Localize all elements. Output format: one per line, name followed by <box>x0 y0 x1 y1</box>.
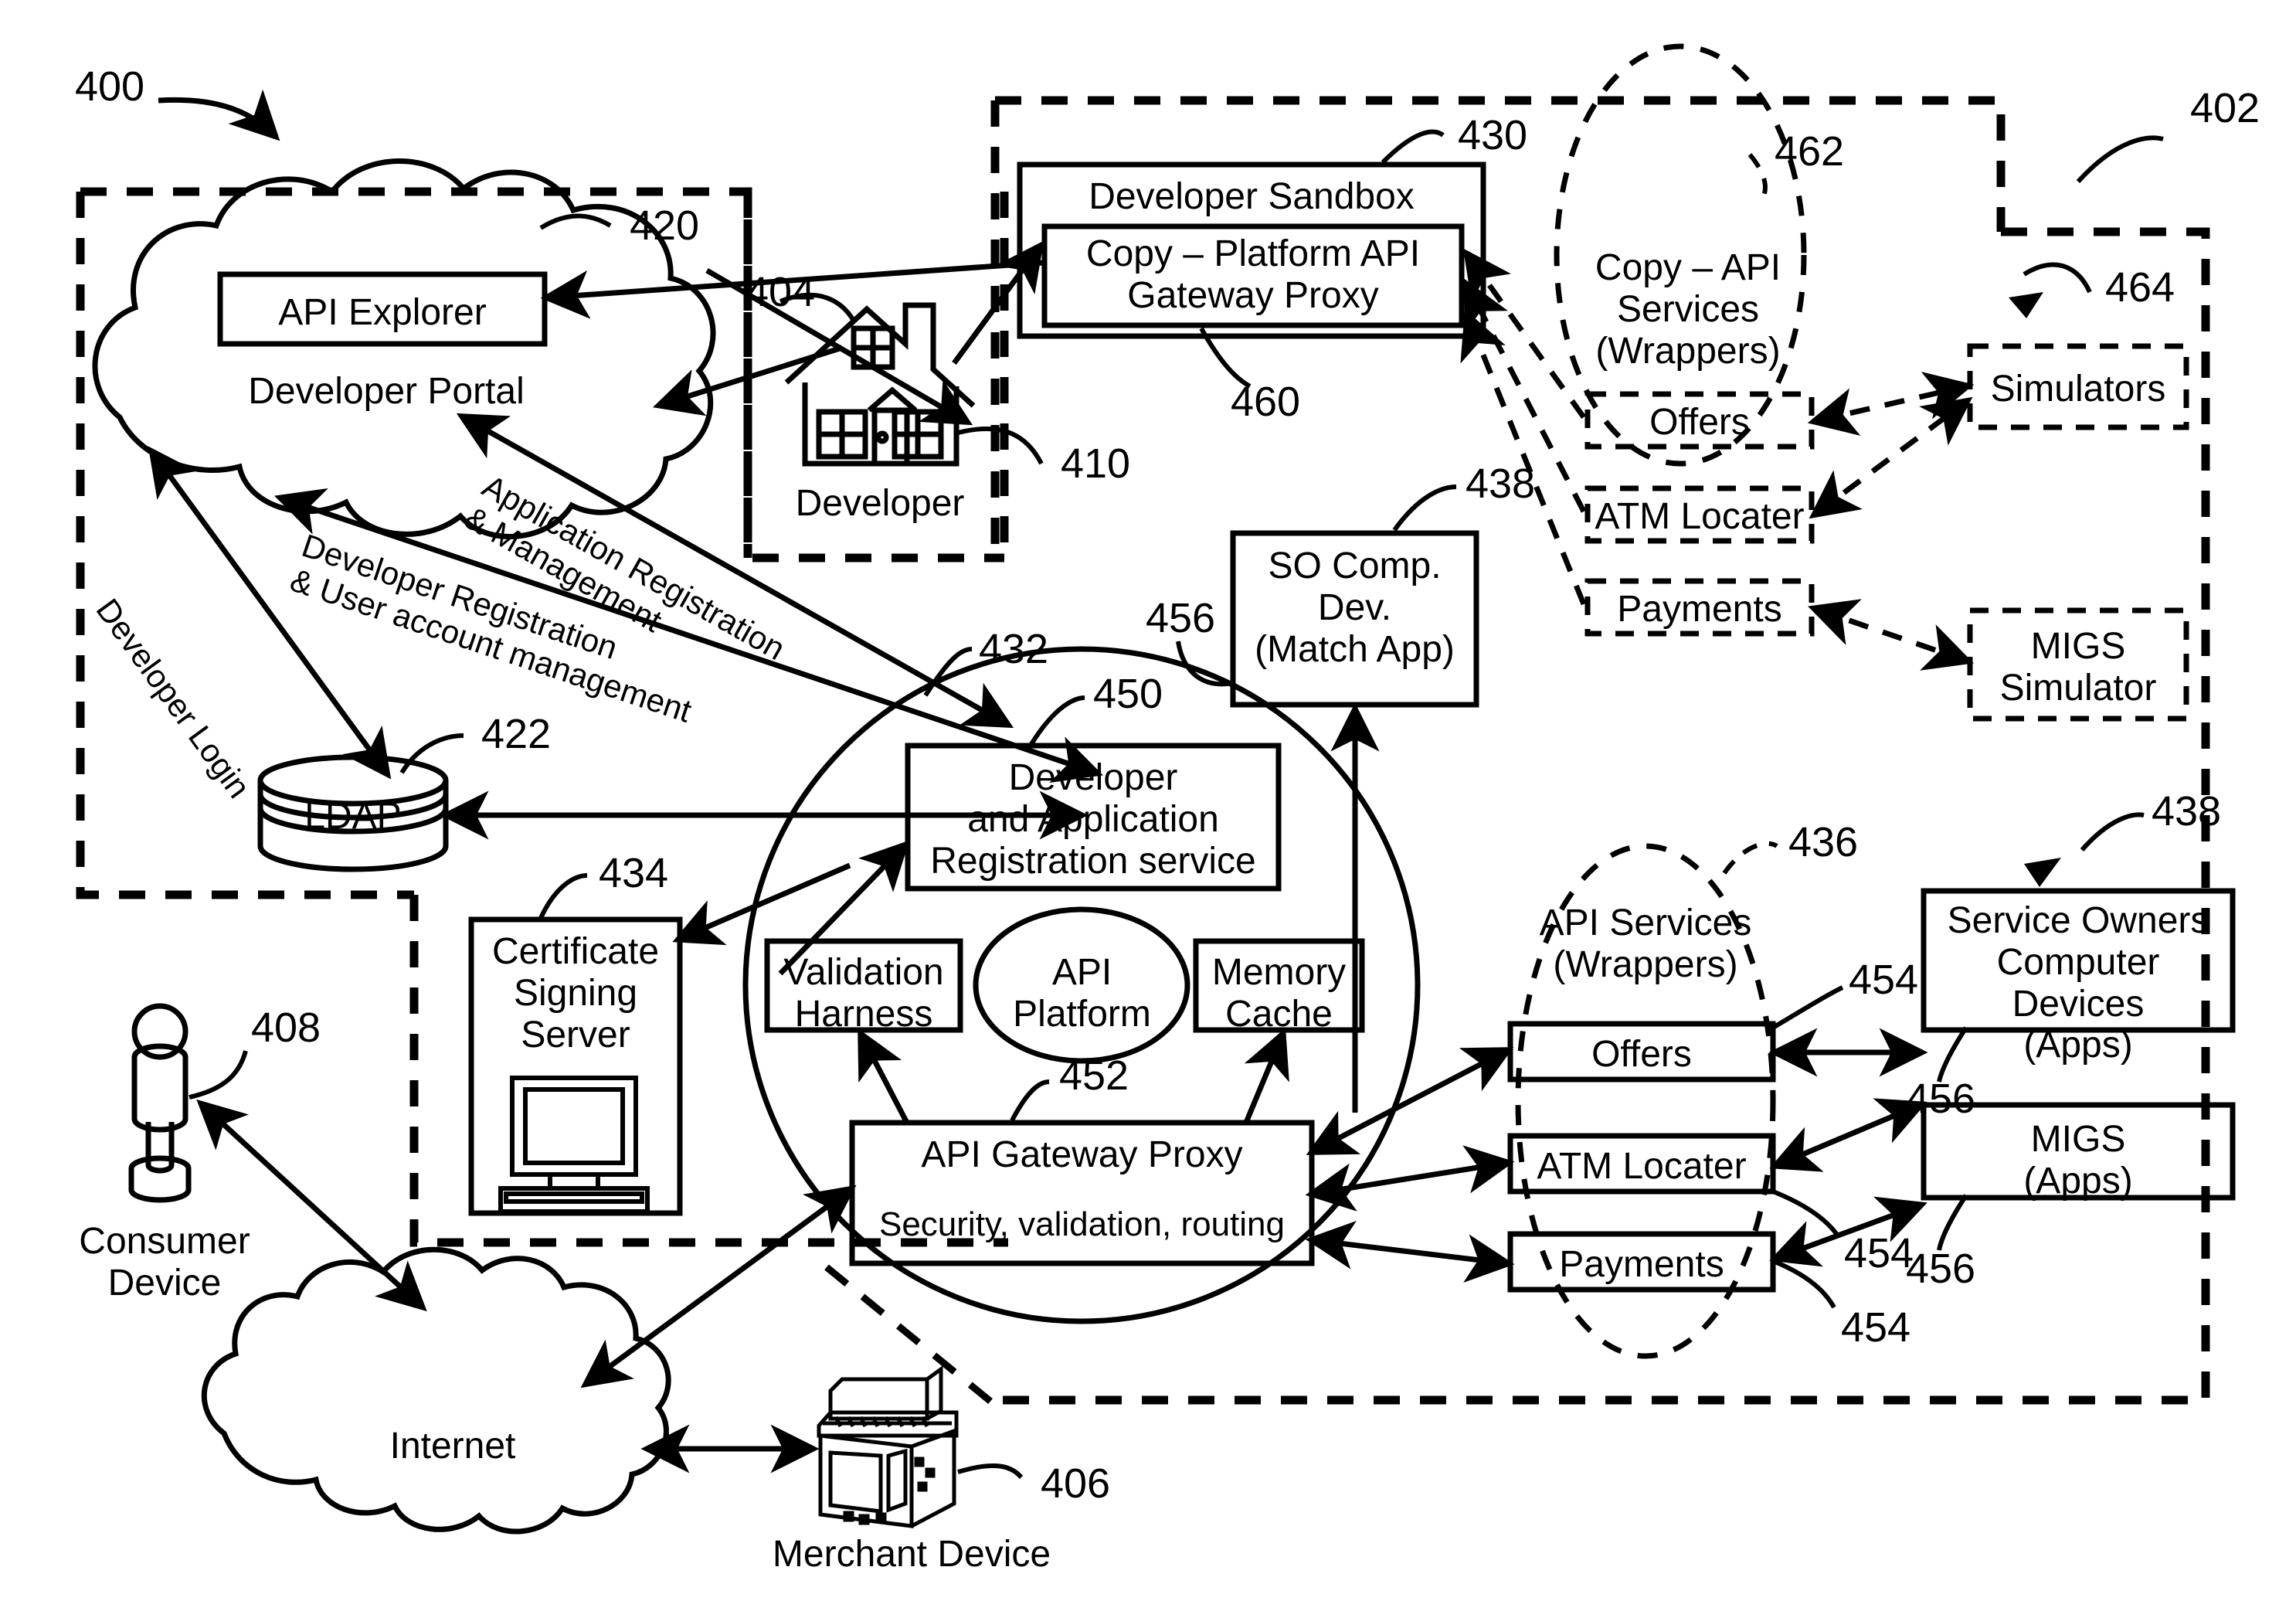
arrow-into-registration-service <box>778 840 910 976</box>
leader-464 <box>2023 262 2092 294</box>
arrow-gateway-to-memcache <box>1242 1028 1289 1126</box>
leader-456-migs <box>1937 1194 1968 1251</box>
arrow-atm-to-so-devices <box>1769 1098 1927 1172</box>
merchant-device-icon <box>817 1365 959 1528</box>
diagram-vector-layer <box>76 43 2236 1535</box>
leader-454-offers <box>1771 985 1844 1030</box>
arrow-payments-to-migs-apps <box>1769 1196 1927 1267</box>
leader-406 <box>957 1463 1024 1480</box>
leader-420 <box>539 213 612 230</box>
consumer-device-person-icon <box>128 1003 192 1203</box>
arrow-copy-atm-to-simulators <box>1809 396 1973 519</box>
api-platform-circle <box>742 646 1421 1324</box>
api-explorer-box <box>217 271 548 347</box>
leader-410 <box>957 427 1044 465</box>
copy-offers-box <box>1584 391 1815 450</box>
arrow-copy-payments-to-sandbox <box>1460 309 1587 606</box>
developer-sandbox-box <box>1017 161 1486 339</box>
leader-456-socomp <box>1176 641 1234 687</box>
migs-apps-box <box>1921 1102 2236 1201</box>
leader-402 <box>2076 135 2164 184</box>
leader-438-so <box>2080 812 2145 851</box>
computer-icon <box>498 1076 650 1214</box>
sandbox-gateway-proxy-box <box>1041 223 1465 328</box>
arrow-gateway-to-atm <box>1305 1145 1515 1212</box>
api-platform-ellipse <box>973 906 1190 1064</box>
leader-430 <box>1381 129 1445 165</box>
api-services-ellipse <box>1515 843 1776 1359</box>
arrow-gateway-to-payments <box>1305 1220 1515 1283</box>
simulators-box <box>1967 343 2189 430</box>
leader-464-arrowhead <box>2009 292 2043 318</box>
leader-454-payments <box>1771 1259 1836 1309</box>
ldap-cylinder <box>257 754 449 872</box>
developer-house-icon <box>784 302 976 467</box>
domain-boundary-404-right <box>743 192 1004 563</box>
leader-462 <box>1747 153 1768 204</box>
leader-408 <box>189 1050 248 1100</box>
service-owners-devices-box <box>1921 888 2236 1033</box>
memory-cache-box <box>1193 938 1365 1033</box>
leader-456-so <box>1937 1026 1968 1083</box>
leader-454-atm <box>1771 1189 1839 1236</box>
copy-atm-locater-box <box>1584 485 1815 544</box>
atm-locater-box <box>1507 1133 1776 1195</box>
internet-cloud-shape <box>201 1246 671 1535</box>
arrow-gateway-to-validation <box>858 1028 911 1126</box>
leader-400 <box>158 89 280 141</box>
arrow-internet-to-gateway <box>580 1185 857 1389</box>
arrow-sandbox-to-api-explorer <box>540 260 1044 319</box>
arrow-copy-payments-to-migs-simulator <box>1808 599 1974 671</box>
offers-box <box>1507 1021 1776 1083</box>
leader-438-socomp <box>1392 484 1457 532</box>
certificate-signing-server-box <box>468 916 683 1216</box>
so-comp-dev-box <box>1230 530 1479 708</box>
developer-portal-cloud-shape <box>92 158 716 539</box>
patent-figure-canvas: 400 402 404 406 408 410 420 422 430 432 … <box>0 0 2296 1601</box>
arrow-copy-atm-to-sandbox <box>1464 278 1587 513</box>
leader-434 <box>538 873 588 919</box>
leader-452 <box>1010 1079 1050 1122</box>
leader-436 <box>1722 841 1778 875</box>
copy-payments-box <box>1584 578 1815 637</box>
domain-boundary-400-top <box>80 187 752 558</box>
copy-api-services-ellipse <box>1554 43 1807 467</box>
domain-boundary-402-right <box>997 227 2210 1405</box>
leader-450 <box>1029 695 1085 746</box>
migs-simulator-box <box>1967 607 2189 722</box>
arrow-developer-registration <box>274 488 1103 784</box>
dashed-platform-to-merchant <box>824 1264 999 1409</box>
leader-438-so-arrowhead <box>2024 858 2061 887</box>
domain-boundary-400-left <box>76 192 414 899</box>
